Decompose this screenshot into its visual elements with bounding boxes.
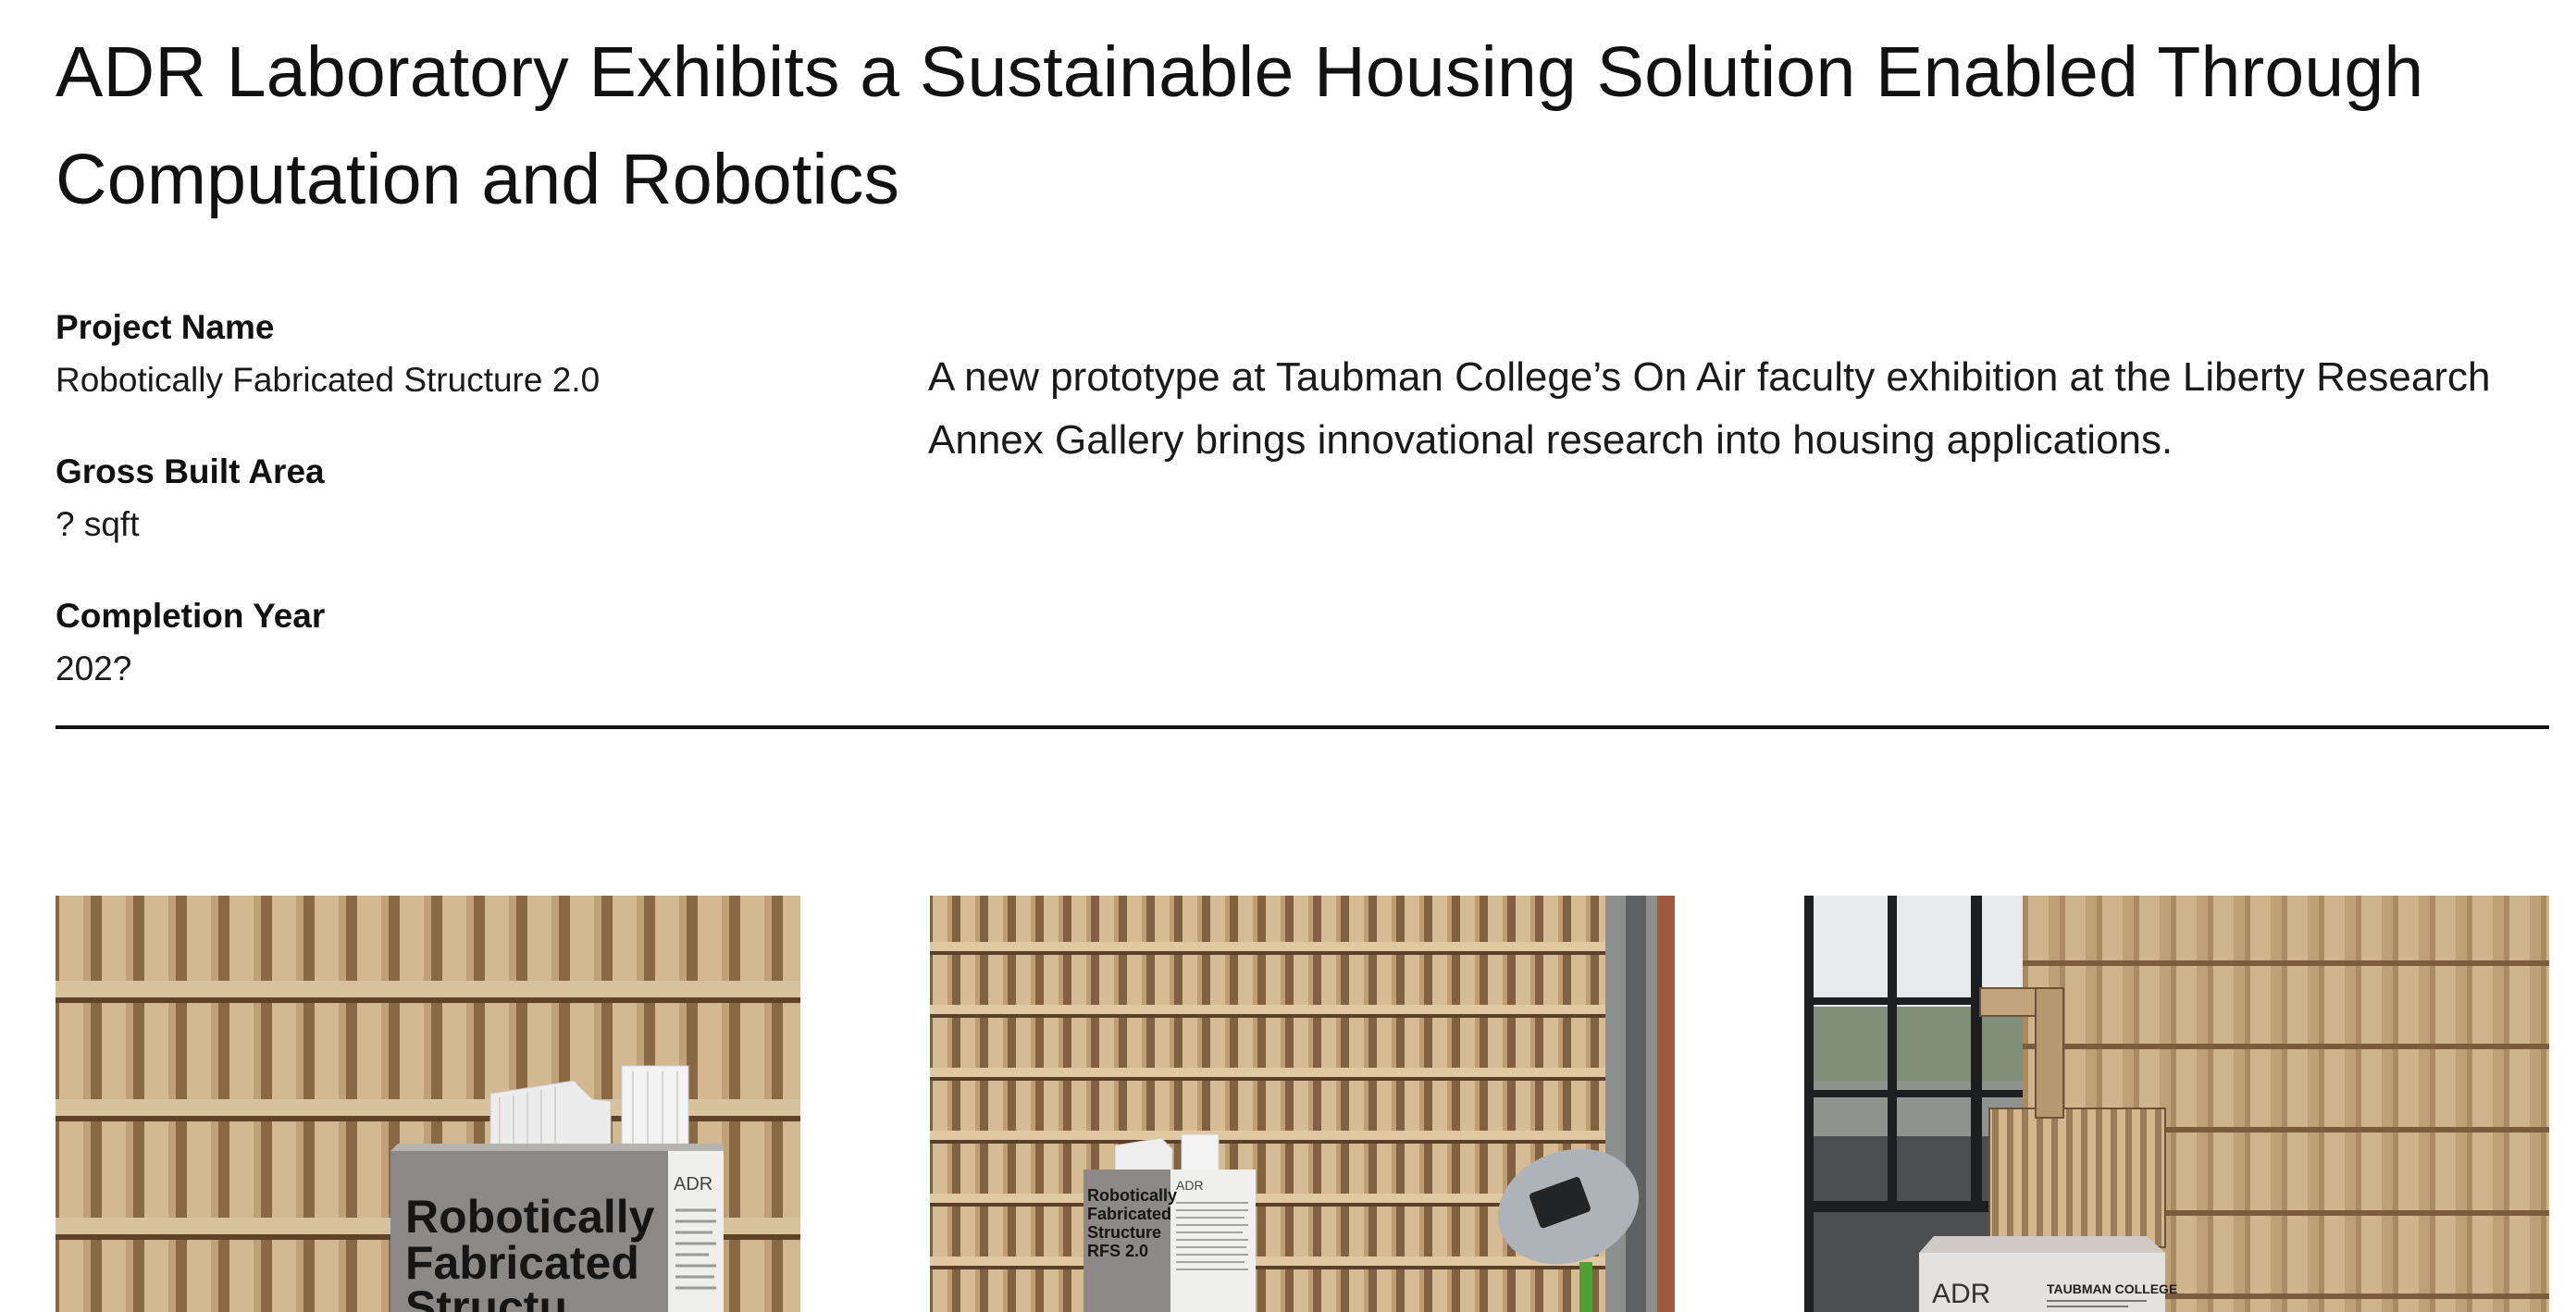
project-name-value: Robotically Fabricated Structure 2.0 (56, 361, 601, 399)
photo-1-sign-line-1: Robotically (405, 1191, 655, 1243)
photo-1-logo: ADR (674, 1174, 712, 1194)
photo-3-sign-text: TAUBMAN COLLEGE (2047, 1281, 2177, 1296)
photo-2-sign-line-2: Fabricated (1087, 1205, 1171, 1223)
gallery-photo-2[interactable]: Robotically Fabricated Structure RFS 2.0… (930, 896, 1675, 1312)
photo-1-image: Robotically Fabricated Structu ADR (56, 896, 800, 1312)
gallery-photo-1[interactable]: Robotically Fabricated Structu ADR (56, 896, 800, 1312)
completion-year-value: 202? (56, 650, 132, 687)
gross-built-area-value: ? sqft (56, 505, 140, 543)
photo-3-logo: ADR (1932, 1279, 1990, 1309)
photo-2-sign-line-4: RFS 2.0 (1087, 1242, 1148, 1260)
gross-built-area-field: Gross Built Area ? sqft (56, 448, 870, 553)
photo-2-image: Robotically Fabricated Structure RFS 2.0… (930, 896, 1675, 1312)
project-name-label: Project Name (56, 308, 275, 346)
photo-2-logo: ADR (1176, 1178, 1204, 1193)
photo-3-image: ADR TAUBMAN COLLEGE (1804, 896, 2549, 1312)
completion-year-label: Completion Year (56, 597, 326, 635)
article-page: ADR Laboratory Exhibits a Sustainable Ho… (0, 0, 2576, 1312)
completion-year-field: Completion Year 202? (56, 592, 870, 698)
photo-2-sign-line-1: Robotically (1087, 1186, 1177, 1205)
photo-gallery: Robotically Fabricated Structu ADR Robot… (0, 896, 2576, 1312)
article-title: ADR Laboratory Exhibits a Sustainable Ho… (56, 32, 2424, 219)
project-name-field: Project Name Robotically Fabricated Stru… (56, 303, 870, 409)
gallery-photo-3[interactable]: ADR TAUBMAN COLLEGE (1804, 896, 2549, 1312)
section-divider (56, 725, 2549, 729)
photo-1-sign-line-3: Structu (405, 1281, 567, 1312)
photo-2-sign-line-3: Structure (1087, 1223, 1161, 1242)
project-info: Project Name Robotically Fabricated Stru… (56, 303, 870, 736)
gross-built-area-label: Gross Built Area (56, 452, 325, 490)
article-summary: A new prototype at Taubman College’s On … (928, 354, 2491, 463)
